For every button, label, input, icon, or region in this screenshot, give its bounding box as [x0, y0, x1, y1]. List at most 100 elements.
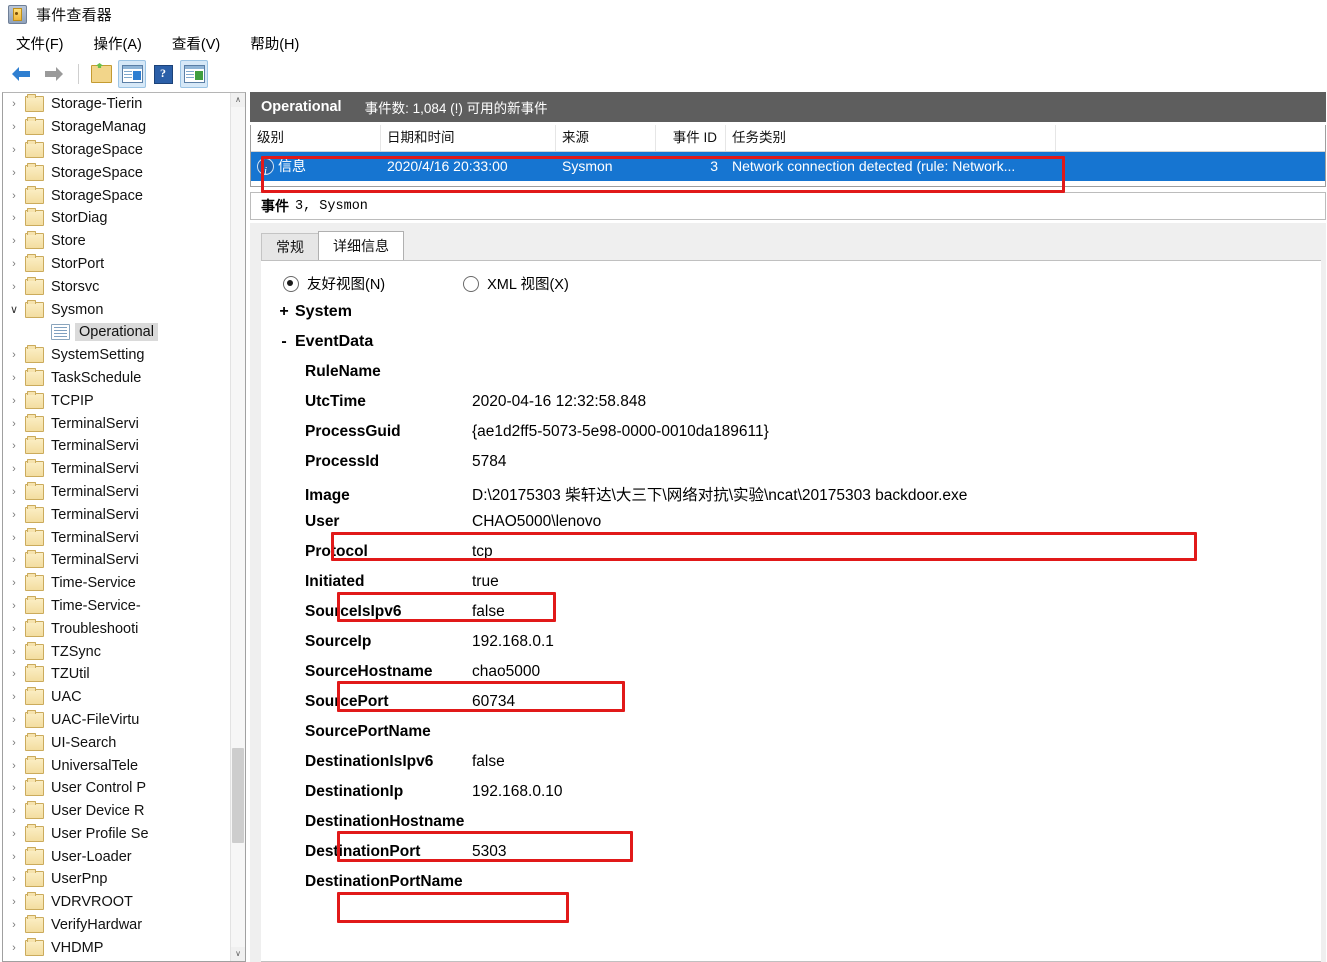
- event-data-group-system[interactable]: + System: [261, 303, 1321, 333]
- tree-item-stordiag[interactable]: › StorDiag: [3, 207, 231, 230]
- tree-item-storagespace[interactable]: › StorageSpace: [3, 161, 231, 184]
- chevron-right-icon[interactable]: ›: [3, 554, 25, 566]
- chevron-right-icon[interactable]: ›: [3, 190, 25, 202]
- column-header-task-category[interactable]: 任务类别: [726, 125, 1056, 151]
- column-header-event-id[interactable]: 事件 ID: [656, 125, 726, 151]
- tree-item-terminalservi[interactable]: › TerminalServi: [3, 503, 231, 526]
- table-row[interactable]: 信息 2020/4/16 20:33:00 Sysmon 3 Network c…: [251, 152, 1325, 181]
- chevron-right-icon[interactable]: ›: [3, 851, 25, 863]
- tree-item-uac-filevirtu[interactable]: › UAC-FileVirtu: [3, 709, 231, 732]
- chevron-right-icon[interactable]: ›: [3, 714, 25, 726]
- menu-help[interactable]: 帮助(H): [248, 31, 301, 56]
- chevron-right-icon[interactable]: ›: [3, 440, 25, 452]
- tree-item-storagemanag[interactable]: › StorageManag: [3, 116, 231, 139]
- collapse-icon[interactable]: -: [273, 333, 295, 351]
- chevron-right-icon[interactable]: ›: [3, 646, 25, 658]
- chevron-right-icon[interactable]: ›: [3, 896, 25, 908]
- chevron-right-icon[interactable]: ›: [3, 600, 25, 612]
- scroll-down-arrow-icon[interactable]: ∨: [231, 947, 245, 961]
- tree-item-troubleshooti[interactable]: › Troubleshooti: [3, 617, 231, 640]
- chevron-right-icon[interactable]: ›: [3, 167, 25, 179]
- tree-item-vhdmp[interactable]: › VHDMP: [3, 936, 231, 959]
- menu-action[interactable]: 操作(A): [92, 31, 144, 56]
- chevron-right-icon[interactable]: ›: [3, 418, 25, 430]
- chevron-right-icon[interactable]: ›: [3, 258, 25, 270]
- show-action-pane-button[interactable]: [180, 60, 208, 88]
- column-header-level[interactable]: 级别: [251, 125, 381, 151]
- tree-item-sysmon[interactable]: ∨ Sysmon: [3, 298, 231, 321]
- event-list[interactable]: 级别 日期和时间 来源 事件 ID 任务类别 信息 2020/4/16 20:3…: [250, 125, 1326, 187]
- chevron-right-icon[interactable]: ›: [3, 760, 25, 772]
- show-console-tree-button[interactable]: [118, 60, 146, 88]
- tree-item-storage-tierin[interactable]: › Storage-Tierin: [3, 93, 231, 116]
- tree-item-taskschedule[interactable]: › TaskSchedule: [3, 367, 231, 390]
- column-header-source[interactable]: 来源: [556, 125, 656, 151]
- chevron-down-icon[interactable]: ∨: [3, 303, 25, 316]
- tree-item-universaltele[interactable]: › UniversalTele: [3, 754, 231, 777]
- event-data-tree[interactable]: + System - EventData RuleName UtcTime 2020-04-…: [261, 303, 1321, 961]
- column-header-datetime[interactable]: 日期和时间: [381, 125, 556, 151]
- tree-item-uac[interactable]: › UAC: [3, 686, 231, 709]
- tree-item-userpnp[interactable]: › UserPnp: [3, 868, 231, 891]
- tree-item-time-service[interactable]: › Time-Service-: [3, 595, 231, 618]
- tree-item-tcpip[interactable]: › TCPIP: [3, 389, 231, 412]
- chevron-right-icon[interactable]: ›: [3, 623, 25, 635]
- chevron-right-icon[interactable]: ›: [3, 805, 25, 817]
- menu-file[interactable]: 文件(F): [14, 31, 66, 56]
- chevron-right-icon[interactable]: ›: [3, 463, 25, 475]
- tree-item-time-service[interactable]: › Time-Service: [3, 572, 231, 595]
- chevron-right-icon[interactable]: ›: [3, 395, 25, 407]
- chevron-right-icon[interactable]: ›: [3, 98, 25, 110]
- chevron-right-icon[interactable]: ›: [3, 281, 25, 293]
- forward-button[interactable]: [39, 60, 67, 88]
- tree-item-terminalservi[interactable]: › TerminalServi: [3, 458, 231, 481]
- tree-item-operational[interactable]: Operational: [3, 321, 231, 344]
- chevron-right-icon[interactable]: ›: [3, 212, 25, 224]
- tab-details[interactable]: 详细信息: [318, 231, 404, 260]
- scroll-up-arrow-icon[interactable]: ∧: [231, 93, 245, 107]
- tree-item-terminalservi[interactable]: › TerminalServi: [3, 549, 231, 572]
- chevron-right-icon[interactable]: ›: [3, 235, 25, 247]
- menu-view[interactable]: 查看(V): [170, 31, 222, 56]
- tree-item-terminalservi[interactable]: › TerminalServi: [3, 526, 231, 549]
- tree-item-storsvc[interactable]: › Storsvc: [3, 275, 231, 298]
- tree-item-systemsetting[interactable]: › SystemSetting: [3, 344, 231, 367]
- chevron-right-icon[interactable]: ›: [3, 919, 25, 931]
- tree-item-terminalservi[interactable]: › TerminalServi: [3, 412, 231, 435]
- chevron-right-icon[interactable]: ›: [3, 782, 25, 794]
- tree-item-user-control-p[interactable]: › User Control P: [3, 777, 231, 800]
- chevron-right-icon[interactable]: ›: [3, 942, 25, 954]
- chevron-right-icon[interactable]: ›: [3, 873, 25, 885]
- tree-item-user-loader[interactable]: › User-Loader: [3, 845, 231, 868]
- console-tree[interactable]: › Storage-Tierin › StorageManag › StorageSpac…: [3, 93, 231, 961]
- tree-item-user-device-r[interactable]: › User Device R: [3, 800, 231, 823]
- tree-item-ui-search[interactable]: › UI-Search: [3, 731, 231, 754]
- column-header-extra[interactable]: [1056, 125, 1316, 151]
- tree-item-vdrvroot[interactable]: › VDRVROOT: [3, 891, 231, 914]
- chevron-right-icon[interactable]: ›: [3, 349, 25, 361]
- tree-item-tzutil[interactable]: › TZUtil: [3, 663, 231, 686]
- event-data-group-eventdata[interactable]: - EventData: [261, 333, 1321, 363]
- tree-scrollbar-thumb[interactable]: [232, 748, 244, 843]
- radio-xml-view[interactable]: XML 视图(X): [463, 273, 569, 294]
- tree-item-terminalservi[interactable]: › TerminalServi: [3, 435, 231, 458]
- tree-item-tzsync[interactable]: › TZSync: [3, 640, 231, 663]
- radio-friendly-view[interactable]: 友好视图(N): [283, 273, 385, 294]
- chevron-right-icon[interactable]: ›: [3, 509, 25, 521]
- back-button[interactable]: [8, 60, 36, 88]
- chevron-right-icon[interactable]: ›: [3, 532, 25, 544]
- chevron-right-icon[interactable]: ›: [3, 668, 25, 680]
- tree-item-verifyhardwar[interactable]: › VerifyHardwar: [3, 914, 231, 937]
- expand-icon[interactable]: +: [273, 303, 295, 321]
- tree-item-storagespace[interactable]: › StorageSpace: [3, 139, 231, 162]
- help-button[interactable]: ?: [149, 60, 177, 88]
- chevron-right-icon[interactable]: ›: [3, 121, 25, 133]
- tree-vertical-scrollbar[interactable]: ∧ ∨: [230, 93, 245, 961]
- chevron-right-icon[interactable]: ›: [3, 577, 25, 589]
- chevron-right-icon[interactable]: ›: [3, 144, 25, 156]
- chevron-right-icon[interactable]: ›: [3, 372, 25, 384]
- tree-item-volume[interactable]: ›Volume: [3, 959, 231, 961]
- tree-item-storport[interactable]: › StorPort: [3, 253, 231, 276]
- tree-item-terminalservi[interactable]: › TerminalServi: [3, 481, 231, 504]
- open-folder-button[interactable]: [87, 60, 115, 88]
